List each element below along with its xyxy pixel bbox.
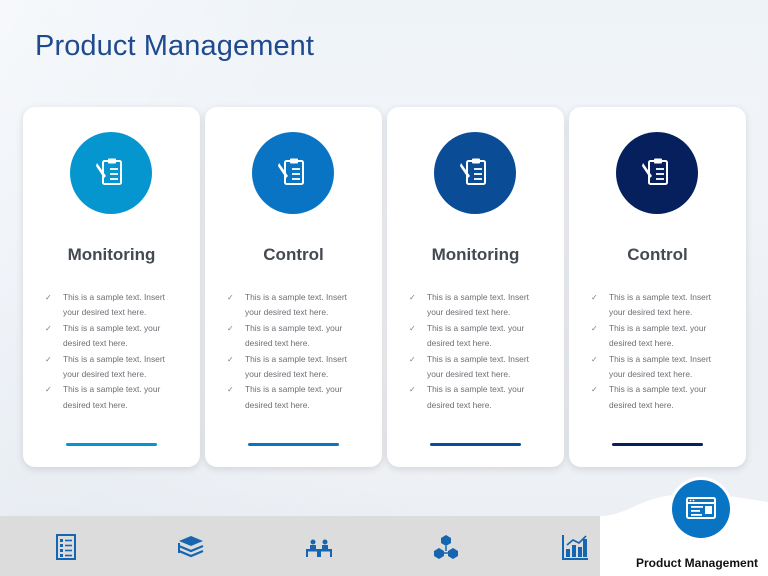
checklist-icon <box>51 532 81 562</box>
card-heading: Control <box>263 245 324 264</box>
list-item: ✓ This is a sample text. Insert your desi… <box>45 353 165 380</box>
clipboard-pencil-icon <box>642 158 668 185</box>
cubes-network-icon <box>431 532 461 562</box>
list-item: ✓ This is a sample text. Insert your desi… <box>409 292 529 318</box>
clipboard-pencil-icon <box>96 158 122 185</box>
card-icon-circle <box>616 132 698 214</box>
card-bullet-list: ✓ This is a sample text. Insert your desi… <box>43 290 183 413</box>
check-icon: ✓ <box>45 323 52 333</box>
card-accent-bar <box>66 443 157 446</box>
check-icon: ✓ <box>591 354 598 364</box>
list-item: ✓ This is a sample text. Insert your desi… <box>409 353 529 380</box>
check-icon: ✓ <box>409 385 416 395</box>
check-icon: ✓ <box>227 293 234 302</box>
card-bullet-list: ✓ This is a sample text. Insert your desi… <box>407 290 547 413</box>
meeting-table-icon <box>304 532 334 562</box>
list-item: ✓ This is a sample text. your desired tex… <box>227 384 343 410</box>
card-bullet-list: ✓ This is a sample text. Insert your desi… <box>589 290 729 413</box>
card-2: Control ✓ This is a sample text. Insert y… <box>205 107 382 467</box>
card-icon-circle <box>70 132 152 214</box>
list-item: ✓ This is a sample text. your desired tex… <box>227 322 343 349</box>
list-item: ✓ This is a sample text. Insert your desi… <box>591 353 711 380</box>
list-item: ✓ This is a sample text. your desired tex… <box>45 384 161 410</box>
list-item: ✓ This is a sample text. your desired tex… <box>45 322 161 349</box>
slide-title: Product Management <box>35 30 315 62</box>
card-heading: Monitoring <box>67 245 156 264</box>
list-item: ✓ This is a sample text. your desired tex… <box>591 384 707 410</box>
card-heading: Control <box>627 245 688 264</box>
cards-row: Monitoring ✓ This is a sample text. Inser… <box>23 107 747 467</box>
check-icon: ✓ <box>591 293 598 302</box>
footer-badge <box>672 480 730 538</box>
card-1: Monitoring ✓ This is a sample text. Inser… <box>23 107 200 467</box>
clipboard-pencil-icon <box>460 158 486 185</box>
check-icon: ✓ <box>45 354 52 364</box>
card-bullet-list: ✓ This is a sample text. Insert your desi… <box>225 290 365 413</box>
stacked-books-icon <box>176 532 206 562</box>
card-4: Control ✓ This is a sample text. Insert y… <box>569 107 746 467</box>
check-icon: ✓ <box>227 385 234 395</box>
browser-window-icon <box>686 497 716 519</box>
card-accent-bar <box>612 443 703 446</box>
check-icon: ✓ <box>409 354 416 364</box>
card-accent-bar <box>248 443 339 446</box>
bar-chart-icon <box>560 532 590 562</box>
check-icon: ✓ <box>45 293 52 302</box>
card-heading: Monitoring <box>431 245 520 264</box>
card-icon-circle <box>434 132 516 214</box>
list-item: ✓ This is a sample text. your desired tex… <box>409 322 525 349</box>
list-item: ✓ This is a sample text. Insert your desi… <box>45 292 165 318</box>
check-icon: ✓ <box>409 293 416 302</box>
check-icon: ✓ <box>45 385 52 395</box>
check-icon: ✓ <box>227 354 234 364</box>
list-item: ✓ This is a sample text. your desired tex… <box>591 322 707 349</box>
card-accent-bar <box>430 443 521 446</box>
footer-label: Product Management <box>636 556 759 570</box>
list-item: ✓ This is a sample text. Insert your desi… <box>591 292 711 318</box>
check-icon: ✓ <box>591 385 598 395</box>
list-item: ✓ This is a sample text. Insert your desi… <box>227 292 347 318</box>
card-3: Monitoring ✓ This is a sample text. Inser… <box>387 107 564 467</box>
check-icon: ✓ <box>409 323 416 333</box>
list-item: ✓ This is a sample text. your desired tex… <box>409 384 525 410</box>
list-item: ✓ This is a sample text. Insert your desi… <box>227 353 347 380</box>
check-icon: ✓ <box>591 323 598 333</box>
clipboard-pencil-icon <box>278 158 304 185</box>
check-icon: ✓ <box>227 323 234 333</box>
card-icon-circle <box>252 132 334 214</box>
